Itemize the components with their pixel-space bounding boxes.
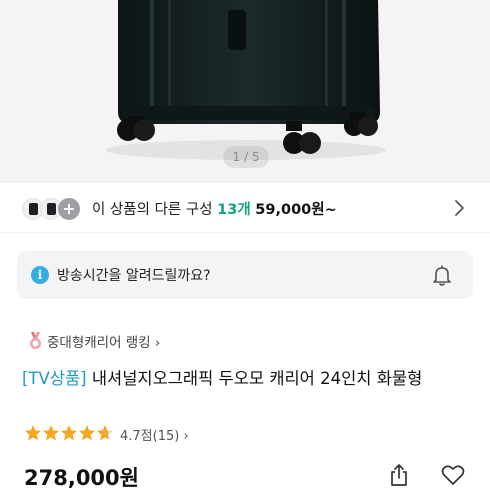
tv-product-tag: [TV상품] xyxy=(22,369,87,388)
other-options-count: 13개 xyxy=(217,202,251,218)
star-icon xyxy=(96,425,114,441)
broadcast-alert-text: 방송시간을 알려드릴까요? xyxy=(57,268,211,284)
info-icon: i xyxy=(31,266,49,284)
share-icon[interactable] xyxy=(387,462,411,488)
ranking-label: 중대형캐리어 랭킹 › xyxy=(47,335,161,351)
other-options-text[interactable]: 이 상품의 다른 구성 13개 59,000원~ xyxy=(92,198,337,219)
image-pager: 1 / 5 xyxy=(223,146,269,168)
broadcast-alert-bar[interactable]: i 방송시간을 알려드릴까요? xyxy=(17,251,473,299)
chevron-right-icon[interactable] xyxy=(452,198,466,218)
other-options-label: 이 상품의 다른 구성 xyxy=(92,202,213,218)
other-options-price: 59,000원~ xyxy=(255,202,337,218)
product-price: 278,000원 xyxy=(24,466,139,490)
option-thumbnails: + xyxy=(22,198,82,220)
product-image-carousel[interactable]: 1 / 5 xyxy=(0,0,490,183)
bell-icon[interactable] xyxy=(430,263,454,287)
product-name: 내셔널지오그래픽 두오모 캐리어 24인치 화물형 xyxy=(86,369,423,388)
star-icon xyxy=(24,425,42,441)
star-rating-icon xyxy=(24,425,114,441)
medal-icon xyxy=(30,332,41,349)
heart-icon[interactable] xyxy=(440,463,466,487)
star-icon xyxy=(78,425,96,441)
plus-icon: + xyxy=(58,198,80,220)
product-title: [TV상품] 내셔널지오그래픽 두오모 캐리어 24인치 화물형 xyxy=(22,365,472,393)
star-icon xyxy=(42,425,60,441)
rating-text: 4.7점(15) › xyxy=(120,429,189,444)
star-icon xyxy=(60,425,78,441)
